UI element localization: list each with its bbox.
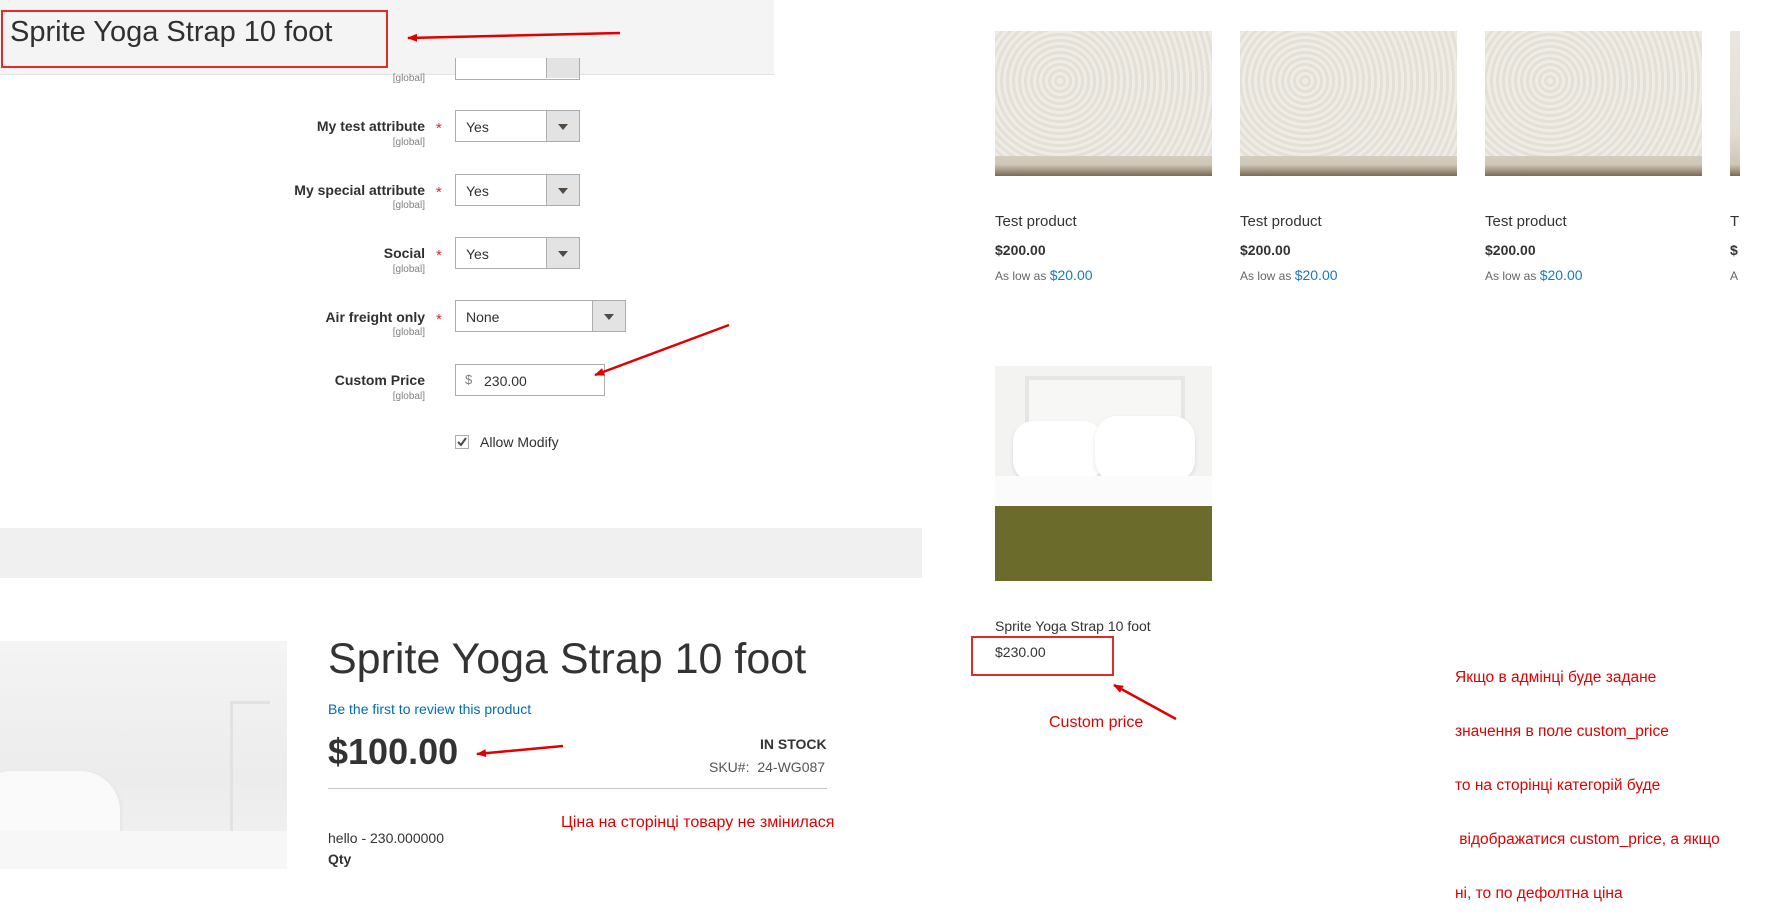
product-tile-as-low-as: As low as $20.00 [995, 267, 1093, 283]
attr-label-my-test-attribute: My test attribute [316, 118, 425, 134]
attr-label-social: Social [383, 245, 425, 261]
product-tile-name[interactable]: Test product [1240, 213, 1322, 230]
product-tile-name[interactable]: Test product [1485, 213, 1567, 230]
scope-label: [global] [392, 327, 425, 338]
product-tile-image[interactable] [1240, 31, 1457, 176]
product-tile-price: $200.00 [995, 242, 1046, 258]
chevron-down-icon[interactable] [546, 238, 579, 268]
explanation-note: Якщо в адмінці буде задане значення в по… [1455, 633, 1720, 921]
quilt-texture [995, 31, 1212, 156]
attr-label-my-special-attribute: My special attribute [294, 182, 425, 198]
quilt-texture [1240, 31, 1457, 156]
pillow-shape [1095, 416, 1195, 482]
product-tile-as-low-as: As low as $20.00 [1240, 267, 1338, 283]
product-tile-image[interactable] [995, 31, 1212, 176]
product-tile-image[interactable] [1485, 31, 1702, 176]
explanation-line: значення в поле custom_price [1455, 723, 1669, 740]
social-select[interactable]: Yes [455, 237, 580, 269]
product-title: Sprite Yoga Strap 10 foot [328, 635, 807, 683]
currency-symbol: $ [465, 372, 473, 387]
select-value: Yes [466, 119, 489, 135]
product-price: $100.00 [328, 731, 459, 772]
chevron-down-icon[interactable] [546, 175, 579, 205]
price-highlight-box [971, 636, 1114, 676]
custom-price-label: Custom Price [334, 372, 425, 388]
bed-surface [0, 831, 287, 869]
featured-product-name[interactable]: Sprite Yoga Strap 10 foot [995, 618, 1151, 634]
allow-modify-label: Allow Modify [480, 434, 559, 450]
scope-label: [global] [392, 137, 425, 148]
required-mark: * [436, 247, 442, 264]
custom-price-value: 230.00 [484, 373, 527, 389]
pillow-shape [1013, 421, 1103, 481]
air-freight-only-select[interactable]: None [455, 300, 626, 332]
attr-label-air-freight-only: Air freight only [325, 309, 425, 325]
qty-label: Qty [328, 851, 352, 867]
scope-label: [global] [392, 264, 425, 275]
required-mark: * [436, 120, 442, 137]
sku-value: 24-WG087 [757, 759, 826, 775]
product-tile-as-low-as: As low as $20.00 [1485, 267, 1583, 283]
scope-label: [global] [392, 200, 425, 211]
custom-price-input[interactable]: $ 230.00 [455, 364, 605, 396]
explanation-line: ні, то по дефолтна ціна [1455, 885, 1623, 902]
sheet [995, 476, 1212, 506]
sku-label: SKU#: [709, 759, 750, 775]
product-image[interactable] [0, 641, 287, 869]
section-separator [0, 528, 922, 578]
required-mark: * [436, 184, 442, 201]
product-tile-name[interactable]: T [1730, 213, 1739, 230]
product-tile-as-low-as: A [1730, 269, 1739, 283]
product-tile-price: $200.00 [1485, 242, 1536, 258]
quilt-texture [1485, 31, 1702, 156]
scope-label: [global] [392, 391, 425, 402]
allow-modify-checkbox[interactable] [455, 435, 469, 449]
sku-row: SKU#: 24-WG087 [709, 759, 825, 775]
my-test-attribute-select[interactable]: Yes [455, 110, 580, 142]
check-icon [457, 437, 467, 447]
arrow-to-custom-price-input [594, 323, 730, 377]
olive-blanket [995, 506, 1212, 581]
explanation-line: відображатися custom_price, а якщо [1455, 831, 1720, 848]
product-tile-price: $ [1730, 242, 1738, 258]
select-value: Yes [466, 246, 489, 262]
product-tile-name[interactable]: Test product [995, 213, 1077, 230]
custom-price-note: Custom price [1049, 714, 1144, 731]
review-link[interactable]: Be the first to review this product [328, 701, 531, 717]
price-divider [328, 788, 827, 789]
select-value: Yes [466, 183, 489, 199]
product-tile-price: $200.00 [1240, 242, 1291, 258]
featured-product-image[interactable] [995, 366, 1212, 581]
product-page-note: Ціна на сторінці товару не змінилася [561, 814, 835, 831]
explanation-line: Якщо в адмінці буде задане [1455, 669, 1657, 686]
select-value: None [466, 309, 500, 325]
required-mark: * [436, 311, 442, 328]
explanation-line: то на сторінці категорій буде [1455, 777, 1661, 794]
custom-attribute-line: hello - 230.000000 [328, 830, 444, 846]
partial-select[interactable] [455, 58, 580, 80]
product-tile-image[interactable] [1730, 31, 1740, 176]
stock-status: IN STOCK [760, 736, 827, 752]
arrow-to-product-price [476, 744, 564, 758]
title-highlight-box [1, 10, 388, 68]
chevron-down-icon[interactable] [592, 301, 625, 331]
chevron-down-icon[interactable] [546, 111, 579, 141]
my-special-attribute-select[interactable]: Yes [455, 174, 580, 206]
scope-label: [global] [392, 73, 425, 84]
